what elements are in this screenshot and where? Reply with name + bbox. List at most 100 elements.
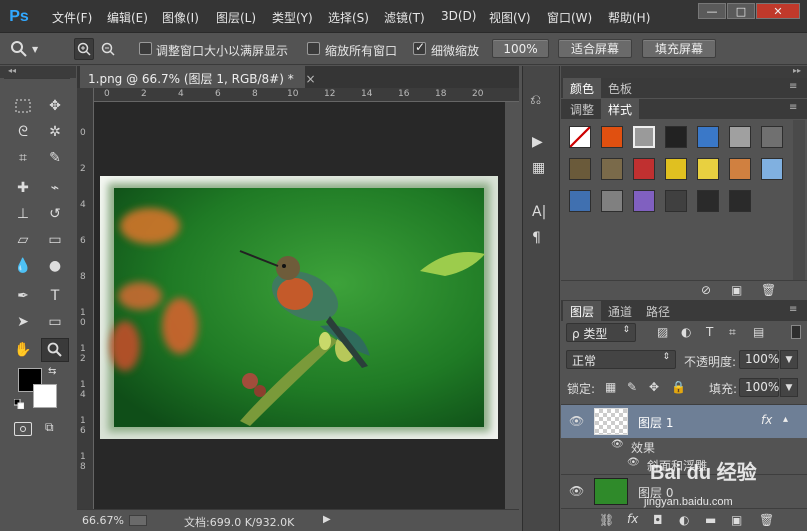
- panel-menu-icon[interactable]: ≡: [789, 81, 797, 92]
- magic-wand-icon[interactable]: ✲: [45, 122, 65, 142]
- lock-transparent-icon[interactable]: ▦: [605, 380, 616, 394]
- lock-all-icon[interactable]: 🔒: [671, 380, 686, 394]
- new-style-icon[interactable]: ▣: [731, 283, 742, 297]
- effects-row[interactable]: 👁 效果: [561, 438, 807, 456]
- menu-3d[interactable]: 3D(D): [441, 9, 476, 23]
- style-swatch[interactable]: [633, 158, 655, 180]
- style-swatch[interactable]: [761, 158, 783, 180]
- style-swatch[interactable]: [697, 158, 719, 180]
- filter-smart-icon[interactable]: ▤: [753, 325, 764, 339]
- styles-scrollbar[interactable]: [793, 120, 805, 280]
- menu-file[interactable]: 文件(F): [52, 9, 92, 26]
- style-swatch[interactable]: [601, 190, 623, 212]
- tab-swatches[interactable]: 色板: [601, 78, 639, 98]
- layer-name[interactable]: 图层 1: [638, 414, 673, 431]
- collapse-panels-icon[interactable]: ▸▸: [561, 66, 807, 78]
- brush-tool-icon[interactable]: ⌁: [45, 178, 65, 198]
- background-color-swatch[interactable]: [33, 384, 57, 408]
- layer-row-1[interactable]: 👁 图层 1 fx ▴: [561, 404, 807, 438]
- path-select-icon[interactable]: ➤: [13, 312, 33, 332]
- clear-style-icon[interactable]: ⊘: [701, 283, 711, 297]
- dodge-tool-icon[interactable]: ●: [45, 256, 65, 276]
- style-swatch[interactable]: [665, 126, 687, 148]
- quick-mask-icon[interactable]: [14, 422, 32, 436]
- menu-view[interactable]: 视图(V): [489, 9, 531, 26]
- marquee-tool-icon[interactable]: [13, 96, 33, 116]
- zoom-100-button[interactable]: 100%: [492, 39, 549, 58]
- blend-mode-select[interactable]: 正常 ⇕: [566, 350, 676, 369]
- layer-fx-icon[interactable]: fx: [761, 413, 772, 427]
- style-swatch[interactable]: [729, 126, 751, 148]
- style-swatch[interactable]: [665, 190, 687, 212]
- filter-shape-icon[interactable]: ⌗: [729, 325, 736, 340]
- style-swatch[interactable]: [569, 158, 591, 180]
- style-swatch[interactable]: [601, 126, 623, 148]
- zoom-tool-active-icon[interactable]: [41, 338, 69, 362]
- zoom-level[interactable]: 66.67%: [82, 514, 124, 527]
- hand-tool-icon[interactable]: ✋: [13, 340, 33, 360]
- fit-window-checkbox[interactable]: [139, 42, 152, 55]
- style-swatch[interactable]: [697, 190, 719, 212]
- menu-help[interactable]: 帮助(H): [608, 9, 650, 26]
- history-brush-icon[interactable]: ↺: [45, 204, 65, 224]
- fill-screen-button[interactable]: 填充屏幕: [642, 39, 716, 58]
- bevel-eye-icon[interactable]: 👁: [627, 457, 640, 468]
- tab-styles[interactable]: 样式: [601, 99, 640, 119]
- fill-dropdown-icon[interactable]: ▼: [780, 378, 798, 397]
- style-swatch[interactable]: [665, 158, 687, 180]
- gradient-tool-icon[interactable]: ▭: [45, 230, 65, 250]
- filter-toggle[interactable]: [791, 325, 801, 339]
- scrubby-zoom-checkbox[interactable]: [413, 40, 426, 55]
- document-canvas-image[interactable]: [100, 176, 498, 439]
- document-tab[interactable]: 1.png @ 66.7% (图层 1, RGB/8#) * ×: [80, 66, 316, 88]
- lasso-tool-icon[interactable]: ᘓ: [13, 122, 33, 142]
- lock-position-icon[interactable]: ✥: [649, 380, 659, 394]
- default-colors-icon[interactable]: [13, 398, 25, 410]
- blur-tool-icon[interactable]: 💧: [13, 256, 33, 276]
- paragraph-panel-icon[interactable]: ¶: [532, 230, 552, 250]
- filter-type-icon[interactable]: T: [706, 325, 713, 339]
- zoom-out-button[interactable]: [98, 38, 118, 60]
- crop-tool-icon[interactable]: ⌗: [13, 148, 33, 168]
- clone-stamp-icon[interactable]: ⊥: [13, 204, 33, 224]
- expand-effects-icon[interactable]: ▴: [783, 414, 788, 425]
- menu-filter[interactable]: 滤镜(T): [384, 9, 425, 26]
- minimize-button[interactable]: —: [698, 3, 726, 19]
- status-menu-arrow-icon[interactable]: ▶: [323, 514, 331, 525]
- tab-adjustments[interactable]: 调整: [563, 99, 601, 119]
- effects-eye-icon[interactable]: 👁: [611, 439, 624, 450]
- character-panel-icon[interactable]: A|: [532, 204, 552, 224]
- menu-select[interactable]: 选择(S): [328, 9, 369, 26]
- style-swatch[interactable]: [729, 190, 751, 212]
- actions-play-icon[interactable]: ▶: [532, 134, 552, 154]
- panel-menu-icon[interactable]: ≡: [789, 102, 797, 113]
- collapse-tools-icon[interactable]: ◂◂: [0, 66, 76, 78]
- eraser-tool-icon[interactable]: ▱: [13, 230, 33, 250]
- type-tool-icon[interactable]: T: [45, 286, 65, 306]
- link-layers-icon[interactable]: ⛓: [599, 513, 614, 527]
- menu-window[interactable]: 窗口(W): [547, 9, 592, 26]
- style-swatch[interactable]: [601, 158, 623, 180]
- visibility-eye-icon[interactable]: 👁: [569, 484, 584, 498]
- history-panel-icon[interactable]: ⎌: [530, 92, 552, 112]
- visibility-eye-icon[interactable]: 👁: [569, 414, 584, 428]
- zoom-in-button[interactable]: [74, 38, 94, 60]
- pen-tool-icon[interactable]: ✒: [13, 286, 33, 306]
- filter-adjust-icon[interactable]: ◐: [681, 325, 691, 339]
- tool-preset-picker[interactable]: ▼: [10, 39, 70, 59]
- delete-style-icon[interactable]: 🗑: [761, 283, 776, 297]
- opacity-dropdown-icon[interactable]: ▼: [780, 350, 798, 369]
- lock-pixels-icon[interactable]: ✎: [627, 380, 637, 394]
- zoom-all-checkbox[interactable]: [307, 42, 320, 55]
- layer-filter-select[interactable]: ρ 类型 ⇕: [566, 323, 636, 342]
- status-info-icon[interactable]: [129, 515, 147, 526]
- style-swatch[interactable]: [633, 126, 655, 148]
- tab-color[interactable]: 颜色: [563, 78, 602, 98]
- move-tool-icon[interactable]: ✥: [45, 96, 65, 116]
- menu-edit[interactable]: 编辑(E): [107, 9, 148, 26]
- properties-panel-icon[interactable]: ▦: [532, 160, 552, 180]
- vertical-scrollbar[interactable]: [505, 102, 519, 509]
- close-tab-icon[interactable]: ×: [306, 72, 316, 86]
- menu-layer[interactable]: 图层(L): [216, 9, 256, 26]
- style-swatch[interactable]: [729, 158, 751, 180]
